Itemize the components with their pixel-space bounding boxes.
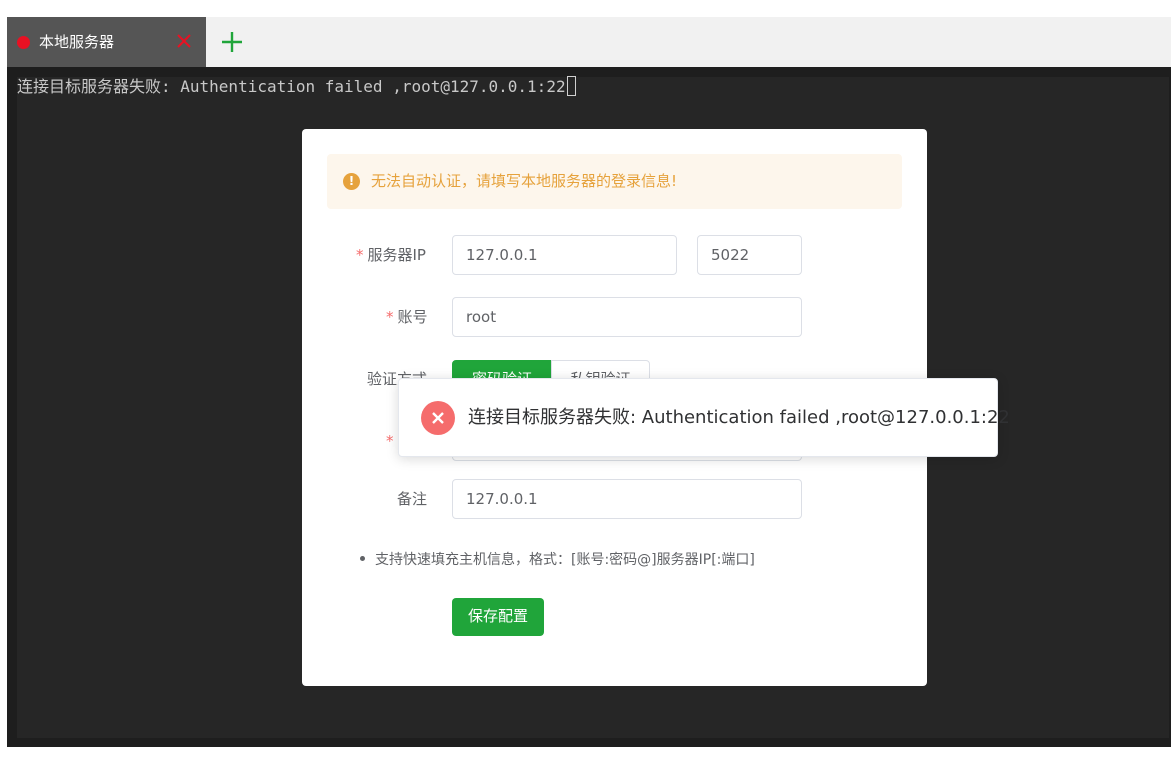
password-label: *: [386, 431, 398, 451]
close-icon[interactable]: [172, 28, 196, 54]
required-mark: *: [356, 246, 364, 264]
add-tab-button[interactable]: [219, 29, 245, 55]
plus-icon: [222, 32, 242, 52]
port-input[interactable]: 5022: [697, 235, 802, 275]
error-toast: 连接目标服务器失败: Authentication failed ,root@1…: [398, 378, 1010, 457]
required-mark: *: [386, 432, 394, 450]
tab-bar: 本地服务器: [7, 17, 1171, 67]
account-label: * 账号: [386, 307, 428, 327]
warning-alert: ! 无法自动认证，请填写本地服务器的登录信息!: [327, 154, 902, 209]
bullet-icon: [360, 556, 365, 561]
server-ip-input[interactable]: 127.0.0.1: [452, 235, 677, 275]
required-mark: *: [386, 308, 394, 326]
note-input[interactable]: 127.0.0.1: [452, 479, 802, 519]
status-dot-icon: [17, 36, 30, 49]
terminal-cursor: [566, 76, 576, 96]
warning-icon: !: [343, 173, 360, 190]
error-icon: [421, 401, 455, 435]
tip-text: 支持快速填充主机信息，格式：[账号:密码@]服务器IP[:端口]: [375, 552, 755, 568]
alert-text: 无法自动认证，请填写本地服务器的登录信息!: [371, 172, 678, 190]
save-config-button[interactable]: 保存配置: [452, 598, 544, 636]
server-ip-label-text: 服务器IP: [367, 246, 426, 264]
toast-text: 连接目标服务器失败: Authentication failed ,root@1…: [468, 407, 1010, 428]
terminal-line: 连接目标服务器失败: Authentication failed ,root@1…: [17, 76, 576, 98]
tab-local-server[interactable]: 本地服务器: [7, 17, 206, 67]
fill-tip: 支持快速填充主机信息，格式：[账号:密码@]服务器IP[:端口]: [360, 550, 755, 570]
account-input[interactable]: root: [452, 297, 802, 337]
server-ip-label: * 服务器IP: [356, 245, 426, 265]
account-label-text: 账号: [397, 308, 428, 326]
terminal-text: 连接目标服务器失败: Authentication failed ,root@1…: [17, 77, 566, 96]
tab-label: 本地服务器: [39, 33, 115, 51]
note-label: 备注: [397, 490, 428, 508]
